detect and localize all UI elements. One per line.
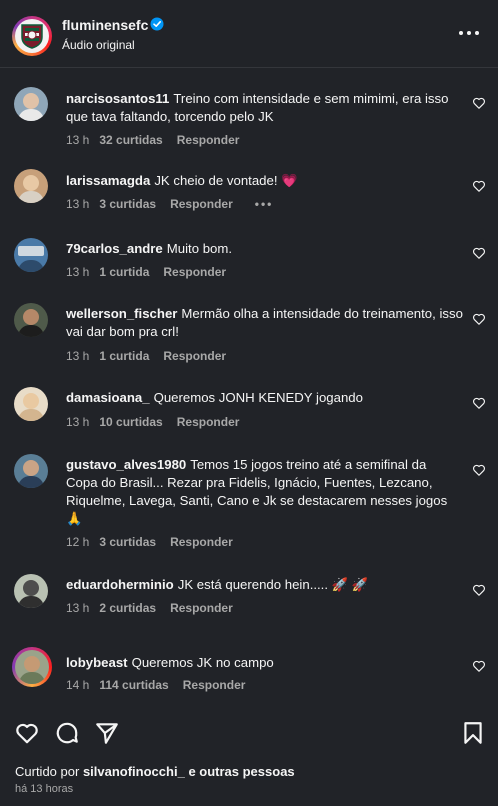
avatar[interactable] [14, 169, 48, 203]
heart-icon[interactable] [472, 312, 486, 326]
like-heart-icon[interactable] [14, 720, 40, 746]
comment-meta: 13 h 1 curtida Responder [66, 349, 226, 363]
comment-text-block: damasioana_ Queremos JONH KENEDY jogando [66, 389, 466, 407]
comment-likes[interactable]: 3 curtidas [99, 197, 156, 211]
avatar[interactable] [14, 387, 48, 421]
comment-meta: 13 h 2 curtidas Responder [66, 601, 233, 615]
comment-body: JK está querendo hein..... [177, 577, 329, 592]
post-username[interactable]: fluminensefc [62, 17, 148, 33]
comment-username[interactable]: narcisosantos11 [66, 91, 169, 106]
comment-time: 12 h [66, 535, 90, 549]
comment-text-block: wellerson_fischer Mermão olha a intensida… [66, 305, 466, 341]
comment-time: 13 h [66, 197, 90, 211]
heart-icon[interactable] [472, 396, 486, 410]
comment-options-button[interactable]: ••• [255, 197, 274, 211]
post-timestamp: há 13 horas [15, 783, 74, 795]
profile-avatar[interactable] [12, 16, 52, 56]
liked-by-text: Curtido por silvanofinocchi_ e outras pe… [15, 764, 295, 779]
team-crest-logo [15, 19, 49, 53]
comment-username[interactable]: wellerson_fischer [66, 306, 177, 321]
reply-button[interactable]: Responder [170, 535, 233, 549]
rocket-emoji: 🚀 🚀 [331, 577, 369, 592]
avatar[interactable] [15, 650, 49, 684]
comment-time: 13 h [66, 133, 90, 147]
comment-likes[interactable]: 114 curtidas [99, 678, 168, 692]
avatar[interactable] [14, 238, 48, 272]
comment-meta: 13 h 1 curtida Responder [66, 265, 226, 279]
audio-label[interactable]: Áudio original [62, 38, 135, 52]
heart-icon[interactable] [472, 246, 486, 260]
comment-time: 14 h [66, 678, 90, 692]
comment-meta: 13 h 32 curtidas Responder [66, 133, 239, 147]
reply-button[interactable]: Responder [170, 197, 233, 211]
comment-text-block: eduardoherminio JK está querendo hein....… [66, 576, 466, 594]
comment-likes[interactable]: 1 curtida [99, 265, 149, 279]
liked-user[interactable]: silvanofinocchi_ [83, 764, 185, 779]
comment-body: JK cheio de vontade! [154, 173, 278, 188]
comment-username[interactable]: 79carlos_andre [66, 241, 163, 256]
comment-time: 13 h [66, 601, 90, 615]
heart-icon[interactable] [472, 463, 486, 477]
comment-likes[interactable]: 10 curtidas [99, 415, 162, 429]
comment-likes[interactable]: 2 curtidas [99, 601, 156, 615]
comment-likes[interactable]: 1 curtida [99, 349, 149, 363]
comment-meta: 12 h 3 curtidas Responder [66, 535, 233, 549]
comment-text-block: narcisosantos11 Treino com intensidade e … [66, 90, 466, 126]
heart-emoji: 💗 [281, 173, 298, 188]
comment-username[interactable]: lobybeast [66, 655, 128, 670]
comment-username[interactable]: damasioana_ [66, 390, 150, 405]
post-header: fluminensefc Áudio original [0, 0, 498, 68]
reply-button[interactable]: Responder [177, 415, 240, 429]
comment-text-block: larissamagda JK cheio de vontade! 💗 [66, 172, 466, 190]
heart-icon[interactable] [472, 659, 486, 673]
heart-icon[interactable] [472, 179, 486, 193]
avatar[interactable] [14, 303, 48, 337]
comment-text-block: lobybeast Queremos JK no campo [66, 654, 466, 672]
comment-body: Muito bom. [166, 241, 233, 256]
crest-icon [21, 24, 43, 49]
share-icon[interactable] [94, 720, 120, 746]
comment-username[interactable]: gustavo_alves1980 [66, 457, 186, 472]
liked-others[interactable]: e outras pessoas [188, 764, 294, 779]
comment-text-block: gustavo_alves1980 Temos 15 jogos treino a… [66, 456, 456, 528]
bookmark-icon[interactable] [460, 720, 486, 746]
comment-likes[interactable]: 3 curtidas [99, 535, 156, 549]
comment-text-block: 79carlos_andre Muito bom. [66, 240, 466, 258]
reply-button[interactable]: Responder [163, 265, 226, 279]
reply-button[interactable]: Responder [163, 349, 226, 363]
comment-meta: 13 h 10 curtidas Responder [66, 415, 239, 429]
avatar[interactable] [14, 454, 48, 488]
verified-badge-icon [150, 17, 164, 31]
comment-meta: 13 h 3 curtidas Responder ••• [66, 197, 273, 211]
reply-button[interactable]: Responder [170, 601, 233, 615]
reply-button[interactable]: Responder [177, 133, 240, 147]
post-actions-bar [14, 720, 484, 746]
avatar[interactable] [14, 87, 48, 121]
comment-icon[interactable] [54, 720, 80, 746]
reply-button[interactable]: Responder [183, 678, 246, 692]
story-ring[interactable] [12, 647, 52, 687]
comment-likes[interactable]: 32 curtidas [99, 133, 162, 147]
comment-body: Queremos JONH KENEDY jogando [153, 390, 363, 405]
comment-time: 13 h [66, 349, 90, 363]
heart-icon[interactable] [472, 96, 486, 110]
comment-username[interactable]: larissamagda [66, 173, 150, 188]
comment-time: 13 h [66, 265, 90, 279]
pray-emoji: 🙏 [66, 511, 83, 526]
comment-body: Queremos JK no campo [131, 655, 274, 670]
liked-prefix: Curtido por [15, 764, 80, 779]
comment-time: 13 h [66, 415, 90, 429]
comment-meta: 14 h 114 curtidas Responder [66, 678, 245, 692]
avatar[interactable] [14, 574, 48, 608]
comment-username[interactable]: eduardoherminio [66, 577, 174, 592]
heart-icon[interactable] [472, 583, 486, 597]
more-options-icon[interactable] [456, 22, 482, 42]
